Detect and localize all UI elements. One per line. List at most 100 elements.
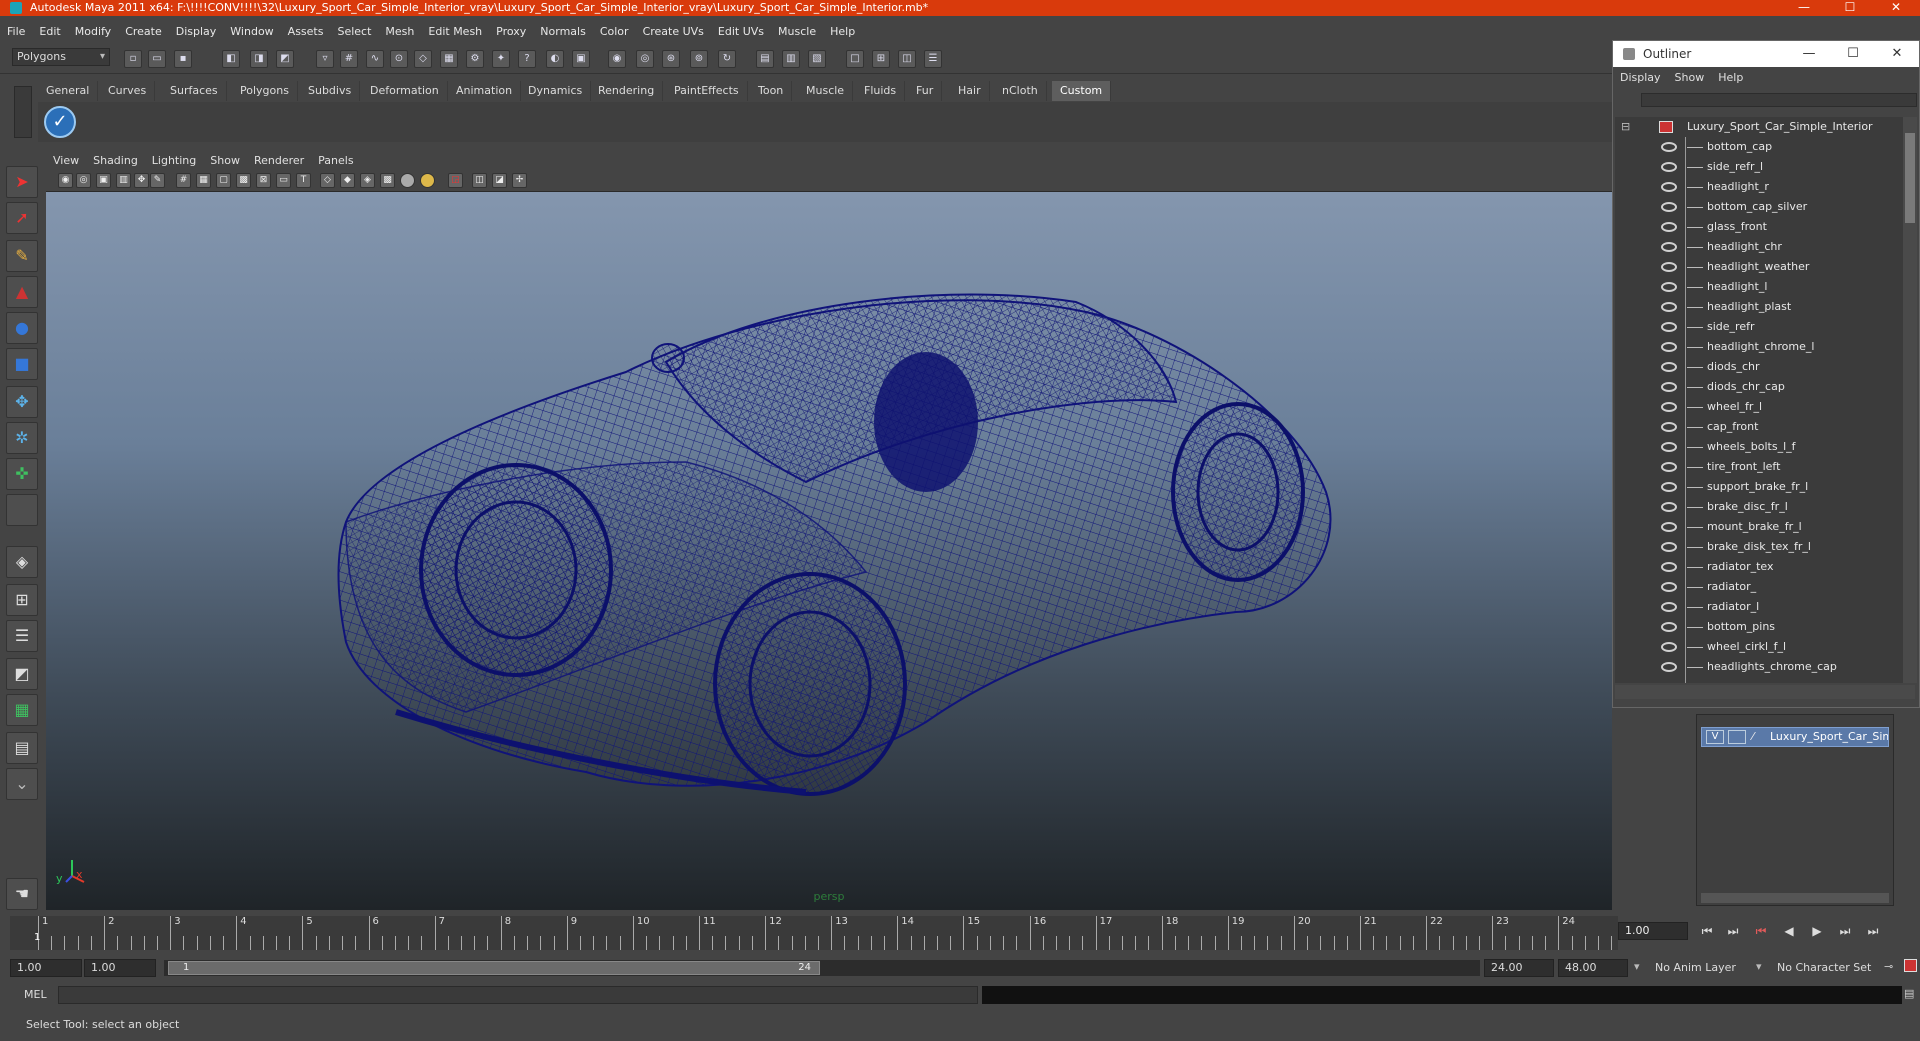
menu-create[interactable]: Create [118, 22, 169, 42]
outliner-root-row[interactable]: ⊟ Luxury_Sport_Car_Simple_Interior [1615, 117, 1903, 137]
layout-four-pane-icon[interactable]: ⊞ [6, 584, 38, 616]
scale-tool-icon[interactable]: ■ [6, 348, 38, 380]
outliner-menu-help[interactable]: Help [1711, 69, 1750, 87]
menu-edit-uvs[interactable]: Edit UVs [711, 22, 771, 42]
close-button[interactable]: ✕ [1876, 0, 1916, 16]
outliner-item-row[interactable]: tire_front_left [1615, 457, 1903, 477]
field-chart-icon[interactable]: ⊠ [256, 173, 271, 188]
layout-persp-outliner-icon[interactable]: ☰ [6, 620, 38, 652]
outliner-item-row[interactable]: mount_brake_fr_l [1615, 517, 1903, 537]
layout-hypershade-icon[interactable]: ▦ [6, 694, 38, 726]
perspective-viewport[interactable]: y x persp [46, 192, 1612, 910]
outliner-item-row[interactable]: cap_front [1615, 417, 1903, 437]
safe-action-icon[interactable]: ▭ [276, 173, 291, 188]
hypershade-icon[interactable]: ⊚ [690, 50, 708, 68]
grease-pencil-icon[interactable]: ✎ [150, 173, 165, 188]
viewport-menu-panels[interactable]: Panels [311, 152, 360, 170]
outliner-minimize-button[interactable]: — [1787, 41, 1831, 67]
layout-persp-icon[interactable]: ◫ [898, 50, 916, 68]
outliner-item-row[interactable]: radiator_ [1615, 577, 1903, 597]
ipr-render-icon[interactable]: ◎ [636, 50, 654, 68]
outliner-item-row[interactable]: headlight_plast [1615, 297, 1903, 317]
layout-persp-graph-icon[interactable]: ◩ [6, 658, 38, 690]
outliner-item-row[interactable]: side_refr [1615, 317, 1903, 337]
construction-icon[interactable]: ✦ [492, 50, 510, 68]
tab-deformation[interactable]: Deformation [362, 81, 448, 101]
end-time-field[interactable]: 48.00 [1558, 959, 1628, 977]
viewport-menu-view[interactable]: View [46, 152, 86, 170]
film-gate-icon[interactable]: ▦ [196, 173, 211, 188]
go-to-end-button[interactable]: ⏭ [1862, 924, 1884, 940]
outliner-filter-field[interactable] [1641, 93, 1917, 107]
camera-icon[interactable]: ▣ [572, 50, 590, 68]
outliner-horizontal-scrollbar[interactable] [1615, 685, 1915, 699]
image-plane-icon[interactable]: ▥ [116, 173, 131, 188]
tab-curves[interactable]: Curves [100, 81, 156, 101]
menu-create-uvs[interactable]: Create UVs [636, 22, 711, 42]
select-object-icon[interactable]: ◨ [250, 50, 268, 68]
bookmark-icon[interactable]: ▣ [96, 173, 111, 188]
outliner-item-row[interactable]: wheels_bolts_l_f [1615, 437, 1903, 457]
layer-visibility-toggle[interactable]: V [1706, 730, 1724, 744]
smooth-shade-icon[interactable]: ◆ [340, 173, 355, 188]
current-frame-field[interactable]: 1.00 [1618, 922, 1688, 940]
layout-outliner-icon[interactable]: ☰ [924, 50, 942, 68]
anim-start-field[interactable]: 1.00 [84, 959, 156, 977]
range-slider[interactable]: 1 24 [164, 960, 1480, 976]
menu-file[interactable]: File [0, 22, 32, 42]
tab-custom[interactable]: Custom [1052, 81, 1112, 101]
universal-manipulator-icon[interactable]: ✥ [6, 386, 38, 418]
layout-graph-editor-icon[interactable]: ▤ [6, 732, 38, 764]
outliner-item-row[interactable]: side_refr_l [1615, 157, 1903, 177]
snap-plane-icon[interactable]: ◇ [414, 50, 432, 68]
step-back-key-button[interactable]: ⏭ [1722, 924, 1744, 940]
current-time-marker[interactable]: 1 [34, 932, 40, 943]
tab-animation[interactable]: Animation [448, 81, 522, 101]
soft-modification-icon[interactable]: ✲ [6, 422, 38, 454]
tab-ncloth[interactable]: nCloth [994, 81, 1047, 101]
tab-toon[interactable]: Toon [750, 81, 793, 101]
tab-muscle[interactable]: Muscle [798, 81, 854, 101]
menu-edit-mesh[interactable]: Edit Mesh [421, 22, 489, 42]
hand-tool-icon[interactable]: ☚ [6, 878, 38, 910]
menu-select[interactable]: Select [330, 22, 378, 42]
menu-help[interactable]: Help [823, 22, 862, 42]
outliner-vertical-scrollbar[interactable] [1903, 117, 1917, 683]
key-icon[interactable]: ⊸ [1884, 960, 1893, 973]
display-layer-row[interactable]: V ⁄ Luxury_Sport_Car_Simple [1701, 727, 1889, 747]
snap-grid-icon[interactable]: # [340, 50, 358, 68]
outliner-menu-display[interactable]: Display [1613, 69, 1668, 87]
menu-window[interactable]: Window [223, 22, 280, 42]
outliner-item-row[interactable]: diods_chr_cap [1615, 377, 1903, 397]
wireframe-on-shaded-icon[interactable]: ◈ [360, 173, 375, 188]
layer-horizontal-scrollbar[interactable] [1701, 893, 1889, 903]
char-set-dropdown-icon[interactable]: ▾ [1756, 960, 1762, 973]
mel-label[interactable]: MEL [14, 986, 54, 1004]
outliner-item-row[interactable]: brake_disc_fr_l [1615, 497, 1903, 517]
outliner-menu-show[interactable]: Show [1668, 69, 1712, 87]
use-all-lights-icon[interactable] [400, 173, 415, 188]
tab-polygons[interactable]: Polygons [232, 81, 298, 101]
tab-surfaces[interactable]: Surfaces [162, 81, 227, 101]
anim-layer-dropdown-icon[interactable]: ▾ [1634, 960, 1640, 973]
outliner-item-row[interactable]: diods_chr [1615, 357, 1903, 377]
go-to-start-button[interactable]: ⏮ [1696, 924, 1718, 940]
checkmark-shelf-icon[interactable]: ✓ [44, 106, 76, 138]
collapse-icon[interactable]: ⊟ [1621, 117, 1630, 137]
xray-joints-icon[interactable]: ◪ [492, 173, 507, 188]
play-forwards-button[interactable]: ▶ [1806, 924, 1828, 940]
menu-modify[interactable]: Modify [68, 22, 118, 42]
scroll-thumb[interactable] [1905, 133, 1915, 223]
start-time-field[interactable]: 1.00 [10, 959, 82, 977]
select-tool-icon[interactable]: ➤ [6, 166, 38, 198]
tool-settings-icon[interactable]: ▧ [808, 50, 826, 68]
outliner-item-row[interactable]: wheel_cirkl_f_l [1615, 637, 1903, 657]
select-hierarchy-icon[interactable]: ◧ [222, 50, 240, 68]
camera-attributes-icon[interactable]: ◎ [76, 173, 91, 188]
preferences-icon[interactable] [1904, 959, 1917, 972]
maximize-button[interactable]: ☐ [1830, 0, 1870, 16]
show-manipulator-icon[interactable]: ✜ [6, 458, 38, 490]
layer-type-toggle[interactable] [1728, 730, 1746, 744]
paint-select-tool-icon[interactable]: ✎ [6, 240, 38, 272]
outliner-item-row[interactable]: radiator_tex [1615, 557, 1903, 577]
